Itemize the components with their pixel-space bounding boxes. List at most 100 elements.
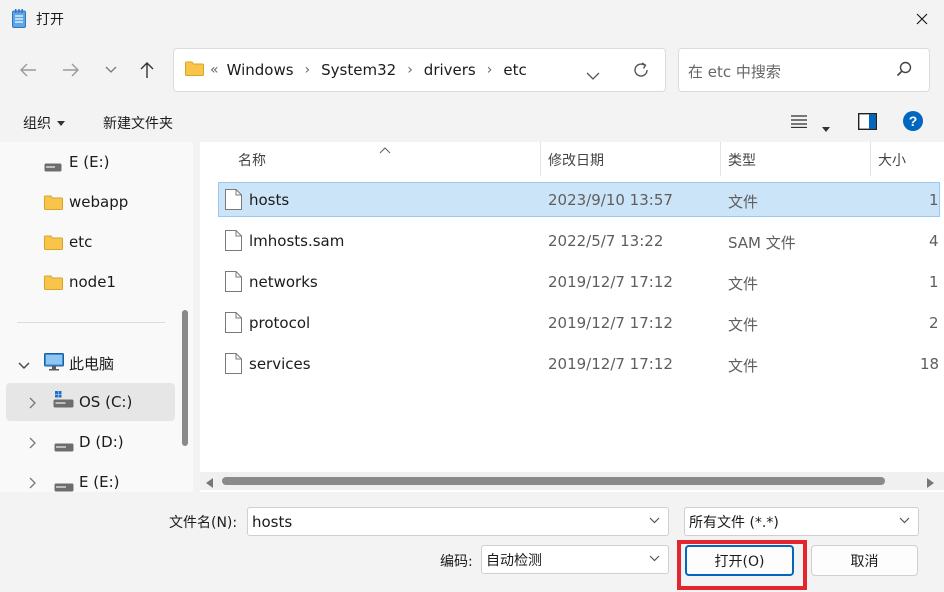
help-button[interactable]: ? [903,111,923,135]
chevron-down-icon[interactable] [18,356,30,374]
breadcrumb-etc[interactable]: etc [503,61,526,79]
scroll-right-icon[interactable] [926,474,934,492]
forward-button[interactable] [56,55,86,85]
chevron-right-icon[interactable] [29,395,37,413]
nav-item-node1[interactable]: node1 [0,263,175,301]
arrow-left-icon [20,63,36,77]
breadcrumb-system32[interactable]: System32 [321,61,396,79]
file-size: 4 [929,232,939,250]
filename-input[interactable]: hosts [247,507,669,536]
file-type: SAM 文件 [728,234,796,252]
breadcrumb-overflow[interactable]: « [210,62,219,78]
organize-label: 组织 [23,116,51,132]
list-view-icon [791,115,807,129]
chevron-down-icon [899,517,910,524]
column-divider[interactable] [540,142,541,176]
breadcrumb-windows[interactable]: Windows [227,61,294,79]
folder-icon [44,195,63,214]
column-header-modified[interactable]: 修改日期 [548,150,604,170]
chevron-down-icon [105,66,117,73]
file-icon [225,312,242,337]
chevron-right-icon[interactable]: › [487,62,493,78]
nav-item-d-drive[interactable]: D (D:) [0,423,175,461]
file-type: 文件 [728,193,759,211]
nav-item-e-drive[interactable]: E (E:) [0,463,175,492]
caret-down-icon [57,120,65,126]
nav-item-label: D (D:) [79,433,124,451]
preview-pane-icon [857,112,878,131]
breadcrumb-drivers[interactable]: drivers [424,61,476,79]
column-header-name[interactable]: 名称 [238,150,266,170]
column-header-type[interactable]: 类型 [728,150,756,170]
close-button[interactable] [900,2,944,36]
help-icon: ? [903,111,923,131]
encoding-label: 编码: [440,554,473,570]
encoding-value: 自动检测 [486,552,542,569]
cancel-button[interactable]: 取消 [811,545,918,576]
file-name: hosts [249,191,290,209]
nav-item-label: 此电脑 [69,355,115,373]
chevron-down-icon [586,72,600,80]
file-icon [225,230,242,255]
arrow-right-icon [63,63,79,77]
up-button[interactable] [132,55,162,85]
caret-down-icon [822,127,830,132]
nav-scrollbar-thumb[interactable] [182,310,188,446]
back-button[interactable] [13,55,43,85]
preview-pane-button[interactable] [857,112,878,134]
sort-ascending-icon [379,140,391,158]
refresh-button[interactable] [632,61,650,83]
view-dropdown[interactable] [822,118,830,136]
view-menu-button[interactable] [791,114,807,132]
os-drive-icon [53,391,75,413]
nav-item-webapp[interactable]: webapp [0,183,175,221]
nav-item-this-pc[interactable]: 此电脑 [0,343,175,381]
encoding-select[interactable]: 自动检测 [481,545,669,574]
nav-item-label: node1 [69,273,116,291]
organize-menu[interactable]: 组织 [23,113,65,133]
search-input[interactable]: 在 etc 中搜索 [688,61,781,82]
file-icon [225,189,242,214]
chevron-down-icon [649,555,660,562]
drive-icon [44,158,62,176]
notepad-icon [12,9,26,28]
column-divider[interactable] [870,142,871,176]
new-folder-button[interactable]: 新建文件夹 [103,113,173,133]
folder-icon [44,235,63,254]
chevron-down-icon[interactable] [649,517,660,524]
scroll-left-icon[interactable] [206,474,214,492]
file-icon [225,353,242,378]
file-modified: 2019/12/7 17:12 [548,273,673,291]
file-name: services [249,355,311,373]
annotation-highlight-box [677,540,807,590]
file-modified: 2022/5/7 13:22 [548,232,664,250]
file-type: 文件 [728,316,759,334]
nav-item-etc[interactable]: etc [0,223,175,261]
window-title: 打开 [36,12,64,28]
file-name: networks [249,273,318,291]
filename-label: 文件名(N): [169,515,238,531]
column-header-size[interactable]: 大小 [878,150,906,170]
search-icon[interactable] [896,61,912,81]
nav-item-label: webapp [69,193,129,211]
address-history-button[interactable] [586,66,600,84]
file-size: 1 [929,273,939,291]
breadcrumb: « Windows › System32 › drivers › etc [210,59,527,81]
nav-item-e-drive-top[interactable]: E (E:) [0,143,175,181]
scrollbar-thumb[interactable] [222,477,885,485]
recent-locations-button[interactable] [96,55,126,85]
column-divider[interactable] [720,142,721,176]
file-type: 文件 [728,357,759,375]
svg-text:?: ? [909,113,918,129]
nav-item-label: etc [69,233,93,251]
chevron-right-icon[interactable] [29,435,37,453]
nav-item-os-c[interactable]: OS (C:) [6,383,175,421]
filename-value: hosts [252,512,293,531]
chevron-right-icon[interactable]: › [305,62,311,78]
file-modified: 2019/12/7 17:12 [548,355,673,373]
chevron-right-icon[interactable]: › [407,62,413,78]
file-name: lmhosts.sam [249,232,345,250]
filetype-select[interactable]: 所有文件 (*.*) [684,507,919,536]
chevron-right-icon[interactable] [29,475,37,492]
close-icon [916,13,928,25]
